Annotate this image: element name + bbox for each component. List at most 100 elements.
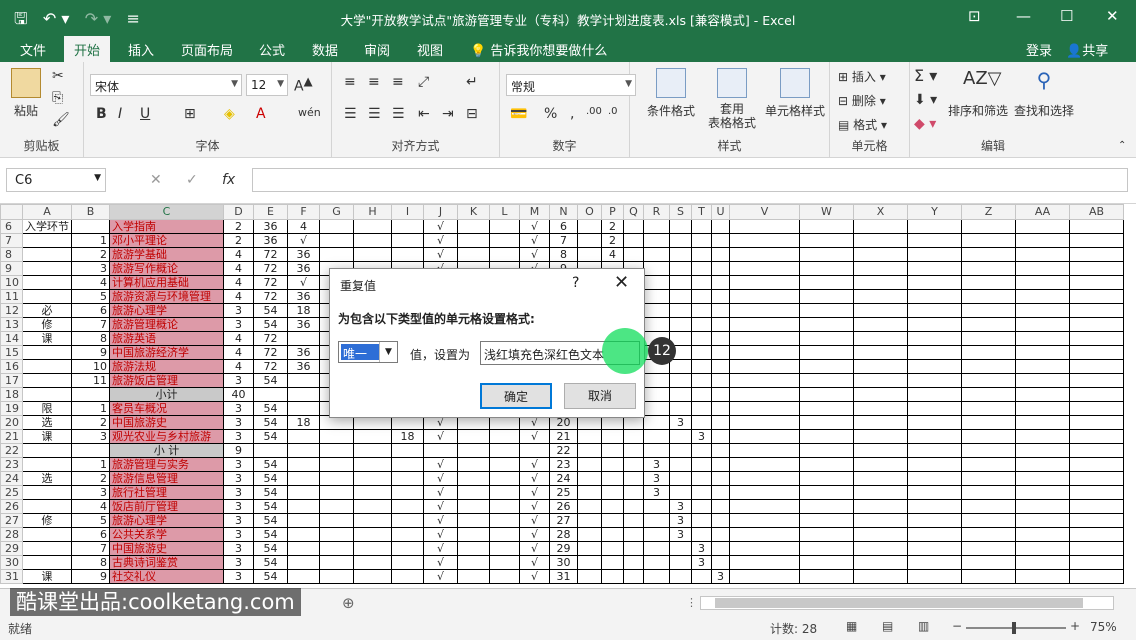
- cell-y[interactable]: [907, 247, 962, 262]
- cell-f[interactable]: 36: [287, 317, 320, 332]
- cell-z[interactable]: [961, 569, 1016, 584]
- cell-v[interactable]: [729, 373, 800, 388]
- cell-h[interactable]: [353, 247, 392, 262]
- cell-a[interactable]: [22, 555, 72, 570]
- cell-t[interactable]: 3: [691, 541, 712, 556]
- cell-v[interactable]: [729, 275, 800, 290]
- cell-x[interactable]: [853, 331, 908, 346]
- cell-x[interactable]: [853, 247, 908, 262]
- cell-i[interactable]: [391, 513, 424, 528]
- cell-g[interactable]: [319, 513, 354, 528]
- cell-n[interactable]: 21: [549, 429, 578, 444]
- cell-w[interactable]: [799, 485, 854, 500]
- cell-u[interactable]: [711, 513, 730, 528]
- cell-x[interactable]: [853, 541, 908, 556]
- cell-w[interactable]: [799, 275, 854, 290]
- cell-a[interactable]: [22, 275, 72, 290]
- cell-p[interactable]: 2: [601, 233, 624, 248]
- cell-d[interactable]: 4: [223, 261, 254, 276]
- cell-b[interactable]: 8: [71, 555, 110, 570]
- cell-d[interactable]: 3: [223, 471, 254, 486]
- cell-q[interactable]: [623, 233, 644, 248]
- cell-ab[interactable]: [1069, 261, 1124, 276]
- cell-s[interactable]: [669, 555, 692, 570]
- cell-aa[interactable]: [1015, 289, 1070, 304]
- cell-v[interactable]: [729, 331, 800, 346]
- cell-s[interactable]: [669, 569, 692, 584]
- more-tabs-icon[interactable]: ⋮: [686, 596, 697, 609]
- row-header[interactable]: 25: [0, 485, 23, 500]
- merge-center-icon[interactable]: ⊟: [466, 106, 478, 122]
- cell-b[interactable]: 11: [71, 373, 110, 388]
- cell-u[interactable]: [711, 415, 730, 430]
- cell-x[interactable]: [853, 233, 908, 248]
- cell-e[interactable]: 54: [253, 513, 288, 528]
- cell-u[interactable]: [711, 317, 730, 332]
- column-header[interactable]: S: [669, 204, 692, 220]
- cell-x[interactable]: [853, 401, 908, 416]
- cell-y[interactable]: [907, 289, 962, 304]
- cell-x[interactable]: [853, 317, 908, 332]
- cell-x[interactable]: [853, 513, 908, 528]
- cell-t[interactable]: [691, 317, 712, 332]
- column-header[interactable]: F: [287, 204, 320, 220]
- cell-u[interactable]: [711, 233, 730, 248]
- cell-g[interactable]: [319, 247, 354, 262]
- cell-r[interactable]: 3: [643, 457, 670, 472]
- share-button[interactable]: 👤共享: [1066, 40, 1108, 59]
- row-header[interactable]: 26: [0, 499, 23, 514]
- cell-z[interactable]: [961, 387, 1016, 402]
- orientation-icon[interactable]: ⤢: [418, 74, 429, 90]
- cell-l[interactable]: [489, 513, 520, 528]
- cell-q[interactable]: [623, 429, 644, 444]
- grow-font-icon[interactable]: A▲: [294, 74, 313, 95]
- cell-h[interactable]: [353, 429, 392, 444]
- cell-c[interactable]: 邓小平理论: [109, 233, 224, 248]
- cell-h[interactable]: [353, 457, 392, 472]
- cell-i[interactable]: [391, 555, 424, 570]
- cell-o[interactable]: [577, 219, 602, 234]
- cell-aa[interactable]: [1015, 317, 1070, 332]
- comma-icon[interactable]: ,: [570, 106, 574, 122]
- format-painter-icon[interactable]: 🖌: [52, 112, 70, 128]
- decrease-indent-icon[interactable]: ⇤: [418, 106, 430, 122]
- cell-ab[interactable]: [1069, 513, 1124, 528]
- row-header[interactable]: 12: [0, 303, 23, 318]
- cell-z[interactable]: [961, 471, 1016, 486]
- number-format-combo[interactable]: 常规 ▼: [506, 74, 636, 96]
- phonetic-icon[interactable]: wén: [298, 106, 321, 119]
- cell-f[interactable]: 36: [287, 359, 320, 374]
- cell-z[interactable]: [961, 527, 1016, 542]
- cell-a[interactable]: [22, 527, 72, 542]
- cell-d[interactable]: 4: [223, 345, 254, 360]
- cell-t[interactable]: 3: [691, 555, 712, 570]
- cell-z[interactable]: [961, 247, 1016, 262]
- cell-u[interactable]: [711, 289, 730, 304]
- cell-u[interactable]: [711, 275, 730, 290]
- cell-e[interactable]: 36: [253, 233, 288, 248]
- cell-l[interactable]: [489, 247, 520, 262]
- cell-t[interactable]: [691, 401, 712, 416]
- cell-n[interactable]: 7: [549, 233, 578, 248]
- cell-d[interactable]: 3: [223, 527, 254, 542]
- cell-r[interactable]: 3: [643, 471, 670, 486]
- tell-me-box[interactable]: 💡 告诉我你想要做什么: [470, 40, 607, 59]
- cell-u[interactable]: [711, 331, 730, 346]
- cell-aa[interactable]: [1015, 471, 1070, 486]
- tab-data[interactable]: 数据: [312, 40, 338, 59]
- cell-w[interactable]: [799, 373, 854, 388]
- cell-z[interactable]: [961, 359, 1016, 374]
- cell-b[interactable]: 2: [71, 247, 110, 262]
- cell-j[interactable]: √: [423, 513, 458, 528]
- cell-d[interactable]: 2: [223, 219, 254, 234]
- cell-f[interactable]: [287, 499, 320, 514]
- cell-aa[interactable]: [1015, 387, 1070, 402]
- cell-l[interactable]: [489, 443, 520, 458]
- cell-a[interactable]: 入学环节: [22, 219, 72, 234]
- cell-f[interactable]: [287, 485, 320, 500]
- cell-ab[interactable]: [1069, 317, 1124, 332]
- cell-ab[interactable]: [1069, 499, 1124, 514]
- cell-p[interactable]: 2: [601, 219, 624, 234]
- cell-v[interactable]: [729, 443, 800, 458]
- cell-c[interactable]: 古典诗词鉴赏: [109, 555, 224, 570]
